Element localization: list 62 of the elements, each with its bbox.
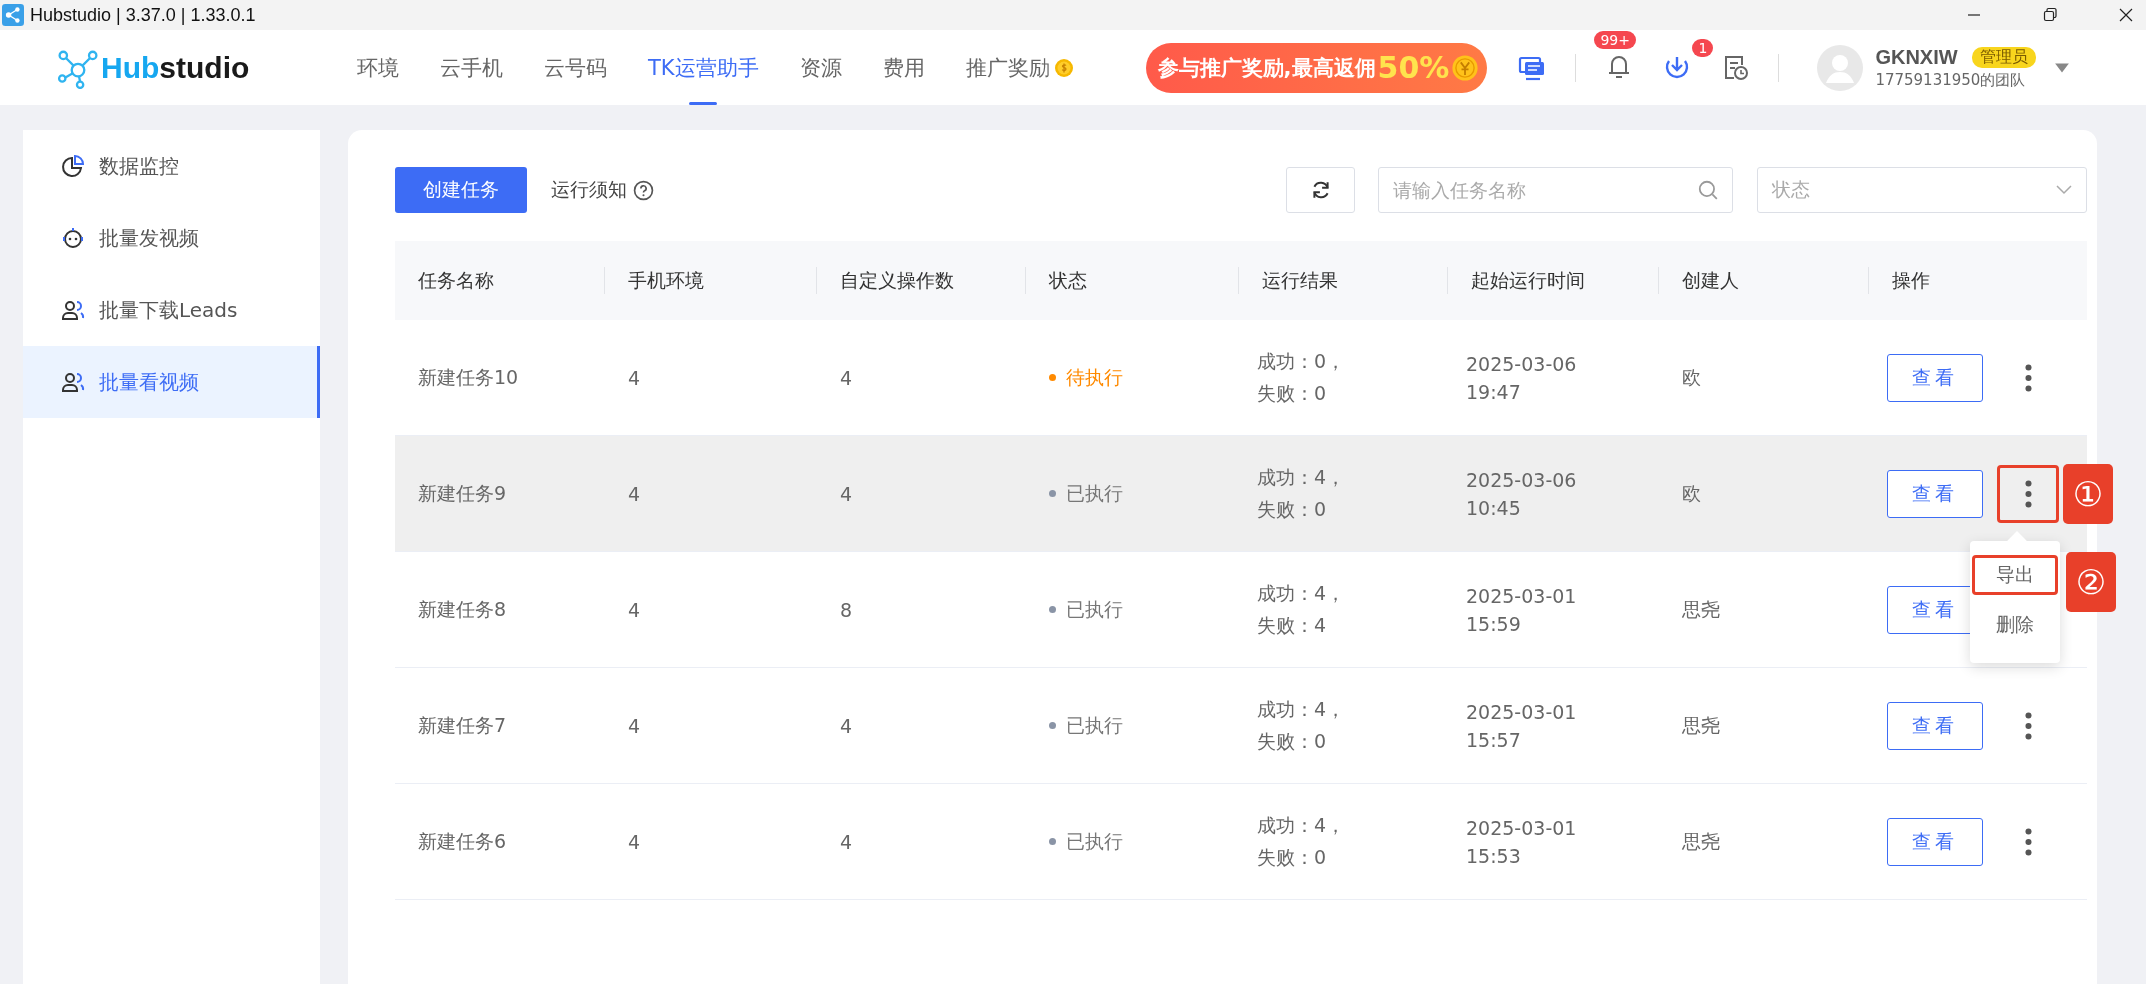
- time-text: 19:47: [1466, 380, 1521, 403]
- status-text: 已执行: [1066, 596, 1123, 622]
- table-cell-text: 思尧: [1682, 828, 1720, 854]
- date-text: 2025-03-01: [1466, 700, 1577, 723]
- annotation-badge: ①: [2063, 463, 2113, 524]
- column-header: 起始运行时间: [1471, 267, 1585, 293]
- date-text: 2025-03-06: [1466, 468, 1577, 491]
- table-cell: 4: [628, 714, 641, 737]
- status-text: 已执行: [1066, 828, 1123, 854]
- table-cell-text: 新建任务6: [418, 828, 507, 854]
- result-text: 成功：4，: [1257, 812, 1346, 838]
- result-text: 成功：0，: [1257, 348, 1346, 374]
- date-text: 2025-03-06: [1466, 352, 1577, 375]
- status-text: 已执行: [1066, 712, 1123, 738]
- time-text: 15:59: [1466, 612, 1521, 635]
- table-cell: 4: [628, 598, 641, 621]
- column-header: 任务名称: [418, 267, 494, 293]
- date-text: 2025-03-01: [1466, 584, 1577, 607]
- result-text: 成功：4，: [1257, 464, 1346, 490]
- result-text: 成功：4，: [1257, 580, 1346, 606]
- table-cell: 4: [840, 830, 853, 853]
- time-text: 15:53: [1466, 844, 1521, 867]
- column-header: 运行结果: [1262, 267, 1338, 293]
- table-cell-text: 欧: [1682, 364, 1701, 390]
- result-text: 成功：4，: [1257, 696, 1346, 722]
- result-text: 失败：0: [1257, 844, 1327, 870]
- status-text: 已执行: [1066, 480, 1123, 506]
- table-cell: 8: [840, 598, 853, 621]
- user-name: GKNXIW: [1875, 45, 1958, 69]
- status-text: 待执行: [1066, 364, 1123, 390]
- column-header: 手机环境: [628, 267, 704, 293]
- download-badge: 1: [1692, 38, 1714, 57]
- result-text: 失败：0: [1257, 380, 1327, 406]
- table-cell: 4: [628, 830, 641, 853]
- table-cell-text: 思尧: [1682, 712, 1720, 738]
- table-cell-text: 新建任务8: [418, 596, 507, 622]
- column-header: 创建人: [1682, 267, 1739, 293]
- column-header: 操作: [1892, 267, 1930, 293]
- table-cell-text: 欧: [1682, 480, 1701, 506]
- table-cell: 4: [840, 482, 853, 505]
- window-title: Hubstudio | 3.37.0 | 1.33.0.1: [30, 4, 256, 26]
- table-cell-text: 新建任务10: [418, 364, 519, 390]
- role-tag: 管理员: [1971, 46, 2036, 68]
- result-text: 失败：0: [1257, 728, 1327, 754]
- table-cell-text: 思尧: [1682, 596, 1720, 622]
- table-cell-text: 新建任务9: [418, 480, 507, 506]
- time-text: 15:57: [1466, 728, 1521, 751]
- table-cell-text: 新建任务7: [418, 712, 507, 738]
- date-text: 2025-03-01: [1466, 816, 1577, 839]
- time-text: 10:45: [1466, 496, 1521, 519]
- table-cell: 4: [628, 482, 641, 505]
- brand-name: Hubstudio: [101, 50, 250, 85]
- table-cell: 4: [840, 366, 853, 389]
- table-cell: 4: [628, 366, 641, 389]
- result-text: 失败：0: [1257, 496, 1327, 522]
- column-header: 状态: [1049, 267, 1087, 293]
- annotation-badge: ②: [2066, 551, 2116, 612]
- column-header: 自定义操作数: [840, 267, 954, 293]
- table-cell: 4: [840, 714, 853, 737]
- team-name: 17759131950的团队: [1875, 70, 2027, 90]
- result-text: 失败：4: [1257, 612, 1327, 638]
- notification-badge: 99+: [1594, 30, 1636, 49]
